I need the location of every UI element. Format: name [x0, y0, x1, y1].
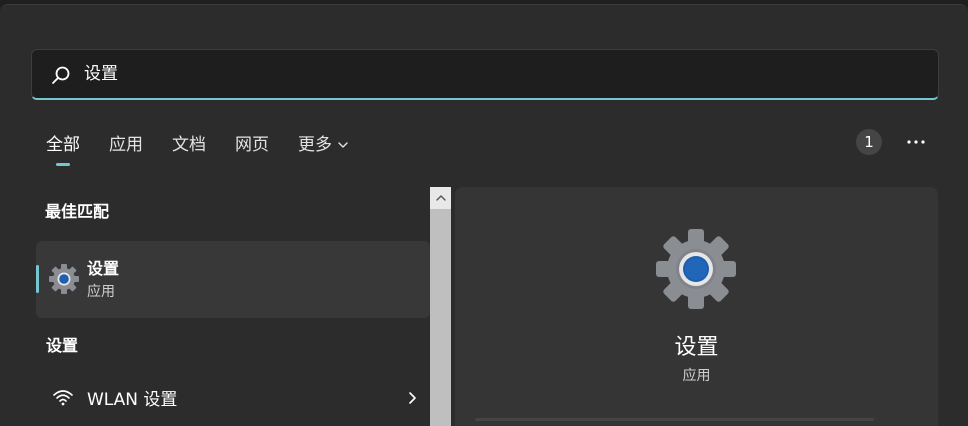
best-match-type: 应用	[87, 284, 115, 300]
tab-all[interactable]: 全部	[46, 130, 80, 166]
best-match-name: 设置	[87, 259, 120, 278]
more-options-button[interactable]	[903, 129, 929, 155]
preview-app-name: 设置	[674, 335, 719, 360]
settings-gear-icon	[49, 264, 79, 294]
search-input[interactable]: 设置	[84, 62, 118, 86]
preview-pane: 设置 应用	[455, 187, 938, 426]
search-box[interactable]: 设置	[31, 49, 939, 100]
chevron-down-icon	[338, 142, 348, 148]
start-search-panel: 设置 全部 应用 文档 网页 更多 1 最佳匹配 设置 应用 设置 WLAN 设…	[0, 4, 968, 426]
tab-web[interactable]: 网页	[235, 130, 269, 160]
filter-tabs: 全部 应用 文档 网页 更多	[46, 130, 378, 170]
search-icon	[52, 66, 70, 84]
wlan-settings-item[interactable]: WLAN 设置	[36, 375, 430, 421]
settings-gear-icon	[656, 229, 736, 309]
results-scrollbar[interactable]	[430, 187, 451, 426]
tab-more[interactable]: 更多	[298, 130, 349, 160]
more-icon	[907, 140, 925, 144]
tab-label: 网页	[235, 135, 269, 155]
tab-label: 应用	[109, 135, 143, 155]
settings-section-heading: 设置	[46, 336, 79, 355]
tab-label: 文档	[172, 135, 206, 155]
rewards-badge[interactable]: 1	[856, 129, 882, 155]
tab-documents[interactable]: 文档	[172, 130, 206, 160]
preview-divider	[475, 418, 874, 421]
scroll-up-button[interactable]	[430, 187, 451, 209]
tab-apps[interactable]: 应用	[109, 130, 143, 160]
selection-indicator	[36, 265, 39, 293]
best-match-heading: 最佳匹配	[45, 202, 110, 221]
tab-label: 全部	[46, 135, 80, 155]
chevron-up-icon	[435, 195, 446, 201]
preview-app-type: 应用	[682, 368, 711, 384]
best-match-item[interactable]: 设置 应用	[36, 241, 430, 318]
wlan-settings-label: WLAN 设置	[87, 390, 178, 410]
tab-label: 更多	[298, 135, 332, 155]
chevron-right-icon	[409, 392, 416, 404]
wifi-icon	[53, 390, 73, 406]
scroll-thumb[interactable]	[430, 209, 451, 426]
